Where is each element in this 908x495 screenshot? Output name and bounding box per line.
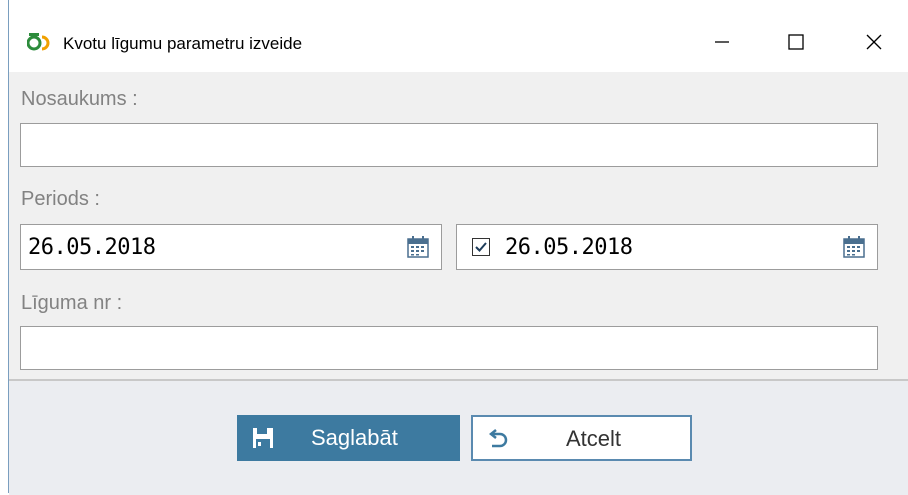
contract-number-input[interactable]: [20, 326, 878, 370]
period-label: Periods :: [21, 188, 100, 210]
title-bar[interactable]: Kvotu līgumu parametru izveide: [9, 0, 908, 72]
date-to-picker[interactable]: 26.05.2018: [456, 224, 878, 270]
date-to-value[interactable]: 26.05.2018: [505, 235, 633, 260]
maximize-button[interactable]: [773, 24, 819, 60]
undo-arrow-icon: [488, 429, 508, 448]
contract-number-label: Līguma nr :: [21, 292, 123, 314]
minimize-button[interactable]: [699, 24, 745, 60]
window-title: Kvotu līgumu parametru izveide: [63, 34, 303, 53]
name-label: Nosaukums :: [21, 88, 138, 110]
name-input[interactable]: [20, 123, 878, 167]
checkmark-icon: [475, 242, 487, 252]
save-button-label: Saglabāt: [311, 425, 398, 450]
date-from-value[interactable]: 26.05.2018: [28, 235, 156, 260]
date-to-checkbox[interactable]: [472, 238, 490, 256]
close-icon: [866, 34, 882, 50]
date-from-picker[interactable]: 26.05.2018: [20, 224, 442, 270]
calendar-icon[interactable]: [406, 235, 430, 259]
cancel-button[interactable]: Atcelt: [471, 415, 692, 461]
maximize-icon: [788, 34, 804, 50]
app-logo-icon: [27, 33, 50, 51]
floppy-disk-icon: [253, 428, 273, 448]
save-button[interactable]: Saglabāt: [237, 415, 460, 461]
minimize-icon: [715, 41, 729, 43]
calendar-icon[interactable]: [842, 235, 866, 259]
dialog-window: Kvotu līgumu parametru izveide Nosaukums…: [8, 0, 908, 495]
close-button[interactable]: [851, 24, 897, 60]
cancel-button-label: Atcelt: [566, 426, 622, 451]
